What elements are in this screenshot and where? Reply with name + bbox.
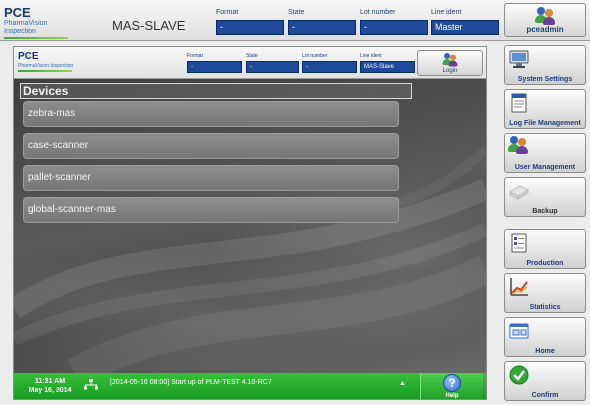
devices-view: Devices zebra-mas case-scanner pallet-sc… [14, 79, 486, 373]
lot-number-value: - [360, 20, 428, 35]
sidebar-label: Statistics [529, 304, 561, 311]
monitor-icon [509, 50, 529, 68]
line-ident-label: Line ident [431, 9, 462, 16]
status-message[interactable]: [2014-05-16 08:00] Start up of PLM-TEST … [110, 379, 272, 386]
inner-state-label: State [246, 53, 258, 59]
lot-number-field: Lot number - [360, 8, 428, 35]
logo-brand: PCE [4, 5, 31, 20]
sidebar-label: Home [535, 348, 555, 355]
help-label: Help [445, 393, 459, 399]
sidebar-label: Backup [532, 208, 558, 215]
inner-format-label: Format [187, 53, 203, 59]
inner-lot-number-value: - [302, 61, 357, 73]
log-file-icon [511, 93, 527, 113]
device-item[interactable]: case-scanner [23, 133, 399, 159]
network-icon [84, 379, 98, 390]
inner-line-ident-label: Line ident [360, 53, 382, 59]
lot-number-label: Lot number [360, 9, 396, 16]
system-settings-button[interactable]: System Settings [504, 45, 586, 85]
expand-messages-icon[interactable]: ▲ [399, 380, 406, 387]
sidebar-label: Production [526, 260, 564, 267]
clock-date: May 16, 2014 [28, 387, 72, 394]
confirm-button[interactable]: Confirm [504, 361, 586, 401]
inner-pce-logo: PCE PharmaVision Inspection [18, 52, 80, 72]
sidebar-label: User Management [514, 164, 576, 171]
sidebar-label: Confirm [531, 392, 559, 399]
log-file-management-button[interactable]: Log File Management [504, 89, 586, 129]
production-icon [511, 233, 527, 253]
pce-logo: PCE PharmaVision Inspection [4, 6, 74, 39]
inner-state-value: - [246, 61, 299, 73]
inner-format-field: Format - [187, 53, 242, 73]
format-label: Format [216, 9, 239, 16]
inner-state-field: State - [246, 53, 299, 73]
inner-line-ident-field: Line ident MAS-Slave [360, 53, 415, 73]
inner-header: PCE PharmaVision Inspection Format - Sta… [14, 47, 486, 79]
inner-logo-brand: PCE [18, 51, 39, 62]
inner-lot-number-label: Lot number [302, 53, 328, 59]
login-label: Login [442, 68, 458, 74]
top-header: PCE PharmaVision Inspection MAS-SLAVE Fo… [0, 0, 590, 41]
main-panel: PCE PharmaVision Inspection Format - Sta… [13, 46, 487, 400]
line-ident-field: Line ident Master [431, 8, 499, 35]
backup-icon [508, 185, 530, 200]
device-item[interactable]: zebra-mas [23, 101, 399, 127]
state-field: State - [288, 8, 356, 35]
inner-format-value: - [187, 61, 242, 73]
username-label: pceadmin [526, 25, 564, 34]
inner-lot-number-field: Lot number - [302, 53, 357, 73]
user-account-button[interactable]: pceadmin [504, 3, 586, 37]
device-item[interactable]: global-scanner-mas [23, 197, 399, 223]
clock: 11:31 AM May 16, 2014 [24, 377, 76, 395]
format-field: Format - [216, 8, 284, 35]
help-icon: ? [443, 374, 461, 392]
login-button[interactable]: Login [417, 50, 483, 76]
state-label: State [288, 9, 305, 16]
inner-logo-underline [18, 70, 72, 72]
format-value: - [216, 20, 284, 35]
device-item[interactable]: pallet-scanner [23, 165, 399, 191]
help-button[interactable]: ? Help [420, 373, 483, 399]
home-button[interactable]: Home [504, 317, 586, 357]
statistics-icon [510, 278, 528, 296]
users-icon [508, 136, 530, 158]
sidebar-label: Log File Management [509, 120, 581, 127]
users-icon [442, 53, 458, 67]
users-icon [535, 7, 555, 25]
backup-button[interactable]: Backup [504, 177, 586, 217]
logo-subtitle: PharmaVision Inspection [4, 20, 48, 35]
clock-time: 11:31 AM [34, 378, 66, 385]
station-title: MAS-SLAVE [112, 18, 186, 33]
state-value: - [288, 20, 356, 35]
sidebar-label: System Settings [517, 76, 573, 83]
inner-logo-subtitle: PharmaVision Inspection [18, 63, 74, 69]
production-button[interactable]: Production [504, 229, 586, 269]
statistics-button[interactable]: Statistics [504, 273, 586, 313]
logo-underline [4, 37, 68, 39]
user-management-button[interactable]: User Management [504, 133, 586, 173]
line-ident-value: Master [431, 20, 499, 35]
confirm-icon [509, 365, 529, 385]
home-icon [509, 323, 529, 339]
devices-header: Devices [20, 83, 412, 99]
inner-line-ident-value: MAS-Slave [360, 61, 415, 73]
status-bar: 11:31 AM May 16, 2014 [2014-05-16 08:00]… [14, 373, 486, 399]
